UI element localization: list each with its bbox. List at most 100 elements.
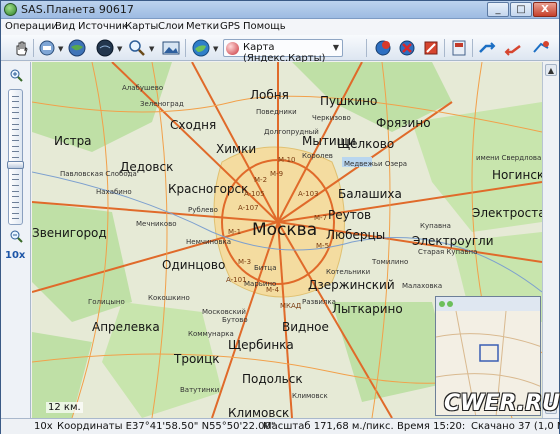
map-label-city: Реутов	[328, 208, 372, 222]
zoom-slider-tick	[12, 173, 19, 175]
status-scale: Масштаб 171,68 м./пикс.	[263, 421, 394, 432]
map-label-small: Поведники	[256, 108, 297, 116]
maximize-button[interactable]: □	[510, 2, 532, 17]
picture-icon[interactable]	[161, 38, 181, 58]
layers-dropdown-arrow[interactable]: ▼	[58, 45, 63, 53]
menu-marks[interactable]: Метки	[186, 21, 219, 32]
map-label-small: Котельники	[326, 268, 371, 276]
close-button[interactable]: X	[533, 2, 557, 17]
zoom-slider-tick	[12, 201, 19, 203]
map-label-city: Лобня	[250, 88, 289, 102]
map-label-city: Щербинка	[228, 338, 294, 352]
layers-icon[interactable]	[37, 38, 57, 58]
map-label-small: Старая Купавна	[418, 248, 478, 256]
map-label-city: Люберцы	[326, 228, 386, 242]
zoom-slider-tick	[12, 157, 19, 158]
status-zoom: 10x	[34, 421, 53, 432]
zoom-sidebar: 10x	[1, 62, 31, 418]
chevron-down-icon: ▼	[332, 43, 339, 52]
map-label-city: Щелково	[337, 137, 395, 151]
map-scale-label: 12 км.	[46, 402, 83, 413]
globe-dark-icon[interactable]	[95, 38, 115, 58]
map-label-small: Алабушево	[122, 84, 164, 92]
map-source-select[interactable]: Карта (Яндекс.Карты) ▼	[223, 39, 343, 64]
map-label-city: Климовск	[228, 406, 290, 418]
map-label-city: Апрелевка	[92, 320, 160, 334]
road-label: A-103	[298, 190, 319, 198]
zoom-slider-tick	[12, 101, 19, 103]
menu-maps[interactable]: Карты	[125, 21, 158, 32]
yandex-globe-icon	[226, 42, 239, 55]
map-label-city: Электросталь	[472, 206, 542, 220]
scroll-up-arrow[interactable]: ▲	[545, 64, 557, 76]
map-label-city: Ногинск	[492, 168, 542, 182]
zoom-out-icon[interactable]	[9, 229, 23, 243]
map-view[interactable]: Москва Лобня Пушкино Сходня Химки Мытищи…	[32, 62, 542, 418]
map-label-small: Зеленоград	[140, 100, 184, 108]
status-download: Скачано 37 (1,0 Mb)	[471, 421, 560, 432]
menu-gps[interactable]: GPS	[220, 21, 240, 32]
map-label-small: Климовск	[292, 392, 328, 400]
map-label-small: Королев	[302, 152, 333, 160]
map-label-city: Лыткарино	[332, 302, 403, 316]
gps-icon[interactable]	[531, 38, 551, 58]
status-coords: Координаты E37°41'58.50" N55°50'22.00"	[57, 421, 276, 432]
map-label-small: Бутово	[222, 316, 248, 324]
hand-icon[interactable]	[11, 38, 31, 58]
map-label-small: Павловская Слобода	[60, 170, 137, 178]
main-toolbar: ▼ ▼ ▼ ▼ Карта (Яндекс.Карты) ▼	[1, 35, 559, 64]
app-globe-icon	[4, 3, 17, 16]
minimize-button[interactable]: _	[487, 2, 509, 17]
vertical-scrollbar[interactable]: ▲ ▼	[542, 62, 559, 418]
menu-source[interactable]: Источник	[78, 21, 128, 32]
map-label-city: Балашиха	[338, 187, 402, 201]
zoom-slider-tick	[12, 95, 19, 97]
zoom-slider-tick	[12, 134, 19, 136]
map-label-city: Троицк	[174, 352, 220, 366]
status-bar: 10x Координаты E37°41'58.50" N55°50'22.0…	[1, 418, 560, 434]
zoom-in-icon[interactable]	[9, 68, 23, 82]
map-label-small: Ватутинки	[180, 386, 220, 394]
map-label-capital: Москва	[252, 220, 318, 240]
map-label-city: Сходня	[170, 118, 217, 132]
menu-operations[interactable]: Операции	[5, 21, 58, 32]
zoom-lens-icon[interactable]	[127, 38, 147, 58]
map-label-city: Истра	[54, 134, 92, 148]
menu-view[interactable]: Вид	[55, 21, 75, 32]
zoom-slider[interactable]	[7, 89, 24, 225]
zoom-slider-tick	[12, 117, 19, 119]
map-label-small: Томилино	[372, 258, 409, 266]
globe-blue-icon[interactable]	[191, 38, 211, 58]
globe-icon[interactable]	[67, 38, 87, 58]
route-back-icon[interactable]	[503, 38, 523, 58]
globe-blue-dropdown-arrow[interactable]: ▼	[213, 45, 218, 53]
road-label: A-107	[238, 204, 259, 212]
map-label-small: Битца	[254, 264, 277, 272]
road-label: M-7	[314, 214, 328, 222]
road-label: A-105	[244, 190, 265, 198]
zoom-dropdown-arrow[interactable]: ▼	[149, 45, 154, 53]
map-label-small: Купавна	[420, 222, 451, 230]
mark-add-icon[interactable]	[373, 38, 393, 58]
map-label-small: Немчиновка	[186, 238, 232, 246]
zoom-slider-thumb[interactable]	[7, 160, 24, 169]
map-label-small: Московский	[202, 308, 246, 316]
save-icon[interactable]	[449, 38, 469, 58]
road-label: A-101	[226, 276, 247, 284]
map-label-small: Нахабино	[96, 188, 132, 196]
globe-dropdown-arrow[interactable]: ▼	[117, 45, 122, 53]
menu-help[interactable]: Помощь	[243, 21, 286, 32]
map-label-city: Одинцово	[162, 258, 226, 272]
road-label: M-2	[254, 176, 268, 184]
road-label: M-5	[316, 242, 330, 250]
menu-layers[interactable]: Слои	[158, 21, 184, 32]
mark-edit-icon[interactable]	[421, 38, 441, 58]
road-label: M-4	[266, 286, 280, 294]
map-label-city: Красногорск	[168, 182, 249, 196]
title-bar[interactable]: SAS.Планета 90617 _ □ X	[1, 1, 559, 19]
mark-delete-icon[interactable]	[397, 38, 417, 58]
zoom-slider-tick	[12, 190, 19, 192]
zoom-slider-tick	[12, 140, 19, 142]
zoom-slider-tick	[12, 112, 19, 114]
route-icon[interactable]	[477, 38, 497, 58]
